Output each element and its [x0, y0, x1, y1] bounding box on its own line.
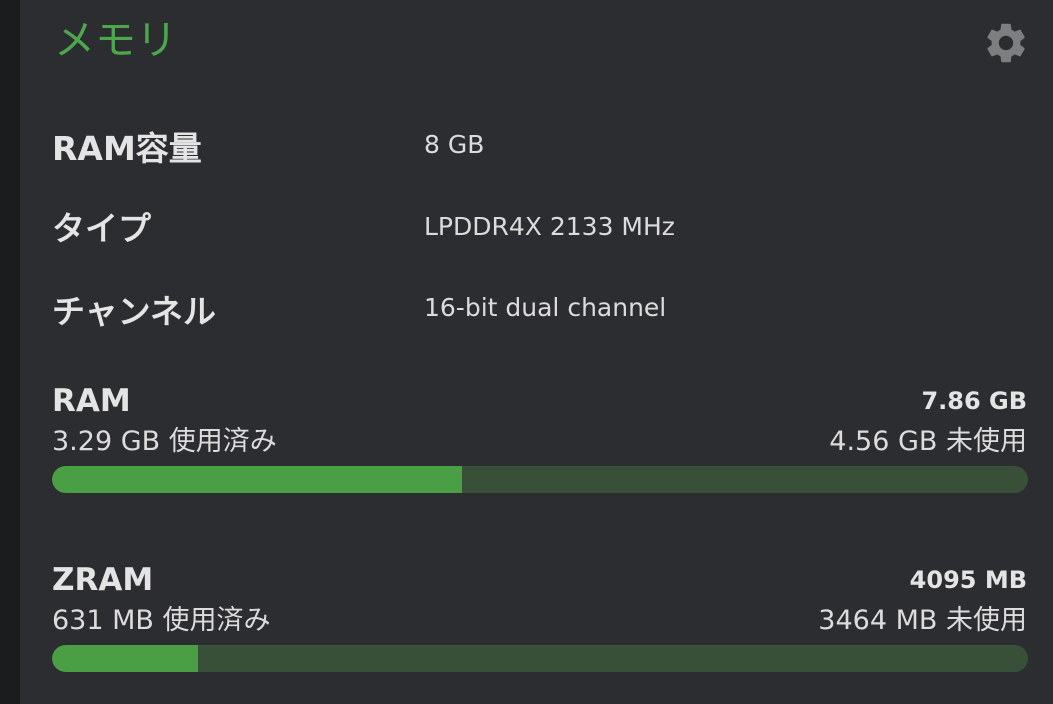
ram-used-text: 3.29 GB 使用済み: [52, 426, 277, 457]
ram-usage-fill: [52, 466, 462, 493]
type-value: LPDDR4X 2133 MHz: [424, 212, 675, 241]
ram-capacity-label: RAM容量: [52, 129, 202, 168]
zram-used-text: 631 MB 使用済み: [52, 605, 271, 636]
ram-title: RAM: [52, 383, 131, 419]
type-label: タイプ: [52, 209, 151, 248]
zram-total: 4095 MB: [909, 566, 1027, 594]
left-edge: [0, 0, 20, 704]
ram-total: 7.86 GB: [921, 387, 1027, 415]
ram-free-text: 4.56 GB 未使用: [829, 426, 1027, 457]
zram-usage-fill: [52, 645, 199, 672]
gear-icon: [987, 23, 1025, 63]
zram-free-text: 3464 MB 未使用: [818, 605, 1027, 636]
channel-label: チャンネル: [52, 292, 217, 331]
ram-usage-bar: [52, 466, 1028, 493]
zram-usage-bar: [52, 645, 1028, 672]
memory-card: メモリ RAM容量 8 GB タイプ LPDDR4X 2133 MHz チャンネ…: [20, 0, 1053, 704]
zram-title: ZRAM: [52, 562, 154, 598]
settings-button[interactable]: [982, 19, 1030, 67]
page-title: メモリ: [54, 16, 177, 64]
channel-value: 16-bit dual channel: [424, 293, 667, 322]
ram-capacity-value: 8 GB: [424, 130, 485, 159]
